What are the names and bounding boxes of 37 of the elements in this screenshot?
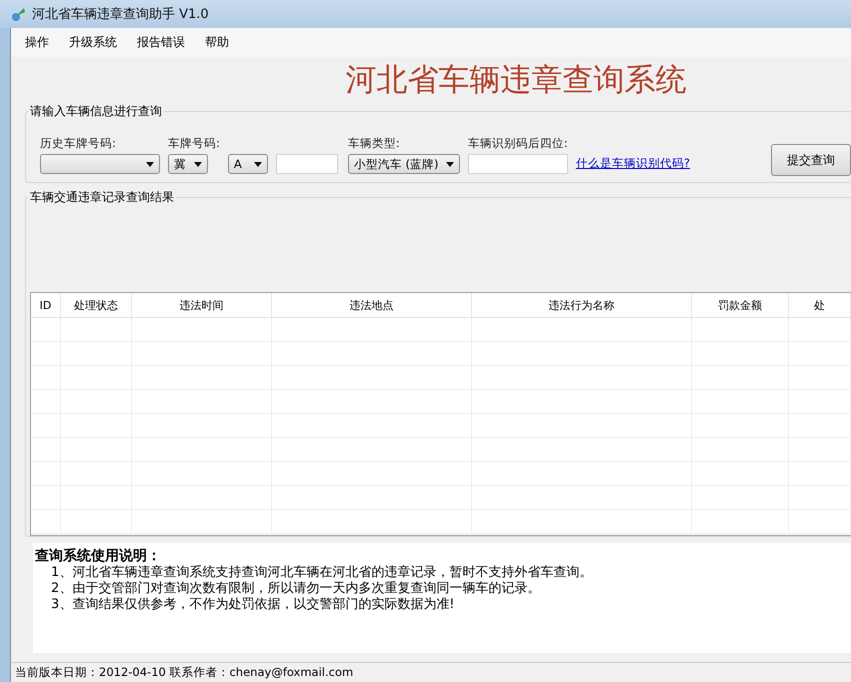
help-link[interactable]: 什么是车辆识别代码?: [576, 156, 690, 171]
field-label: 历史车牌号码:: [40, 136, 117, 151]
input-field[interactable]: [468, 154, 568, 174]
menu-item[interactable]: 帮助: [205, 34, 229, 51]
column-header[interactable]: ID: [31, 293, 61, 317]
app-icon: [10, 6, 26, 22]
instructions-title: 查询系统使用说明：: [35, 547, 162, 565]
column-header[interactable]: 违法时间: [132, 293, 272, 317]
field-label: 车辆类型:: [348, 136, 401, 151]
dropdown[interactable]: A: [228, 154, 268, 174]
column-header[interactable]: 处理状态: [61, 293, 132, 317]
dropdown-arrow-icon: [254, 162, 262, 166]
dropdown[interactable]: [40, 154, 160, 174]
instruction-line: 3、查询结果仅供参考，不作为处罚依据，以交警部门的实际数据为准!: [50, 597, 456, 613]
dropdown-arrow-icon: [194, 162, 202, 166]
column-header[interactable]: 违法行为名称: [472, 293, 692, 317]
input-field[interactable]: [276, 154, 338, 174]
column-header[interactable]: 处: [789, 293, 851, 317]
column-header[interactable]: 违法地点: [272, 293, 472, 317]
menu-item[interactable]: 升级系统: [69, 34, 117, 51]
dropdown-arrow-icon: [146, 162, 154, 166]
menu-item[interactable]: 操作: [25, 34, 49, 51]
page-heading: 河北省车辆违章查询系统: [344, 61, 688, 100]
field-label: 车牌号码:: [168, 136, 220, 151]
group-title: 车辆交通违章记录查询结果: [29, 189, 175, 206]
instruction-line: 1、河北省车辆违章查询系统支持查询河北车辆在河北省的违章记录，暂时不支持外省车查询。: [50, 565, 594, 581]
dropdown[interactable]: 冀: [168, 154, 208, 174]
submit-button[interactable]: 提交查询: [771, 144, 851, 176]
column-header[interactable]: 罚款金额: [692, 293, 789, 317]
instruction-line: 2、由于交管部门对查询次数有限制，所以请勿一天内多次重复查询同一辆车的记录。: [50, 581, 542, 597]
dropdown-arrow-icon: [446, 162, 454, 166]
window-title: 河北省车辆违章查询助手 V1.0: [32, 6, 209, 23]
group-title: 请输入车辆信息进行查询: [29, 103, 163, 120]
menu-item[interactable]: 报告错误: [137, 34, 185, 51]
dropdown[interactable]: 小型汽车 (蓝牌): [348, 154, 460, 174]
status-text: 当前版本日期：2012-04-10 联系作者：chenay@foxmail.com: [11, 662, 851, 682]
field-label: 车辆识别码后四位:: [468, 136, 568, 151]
